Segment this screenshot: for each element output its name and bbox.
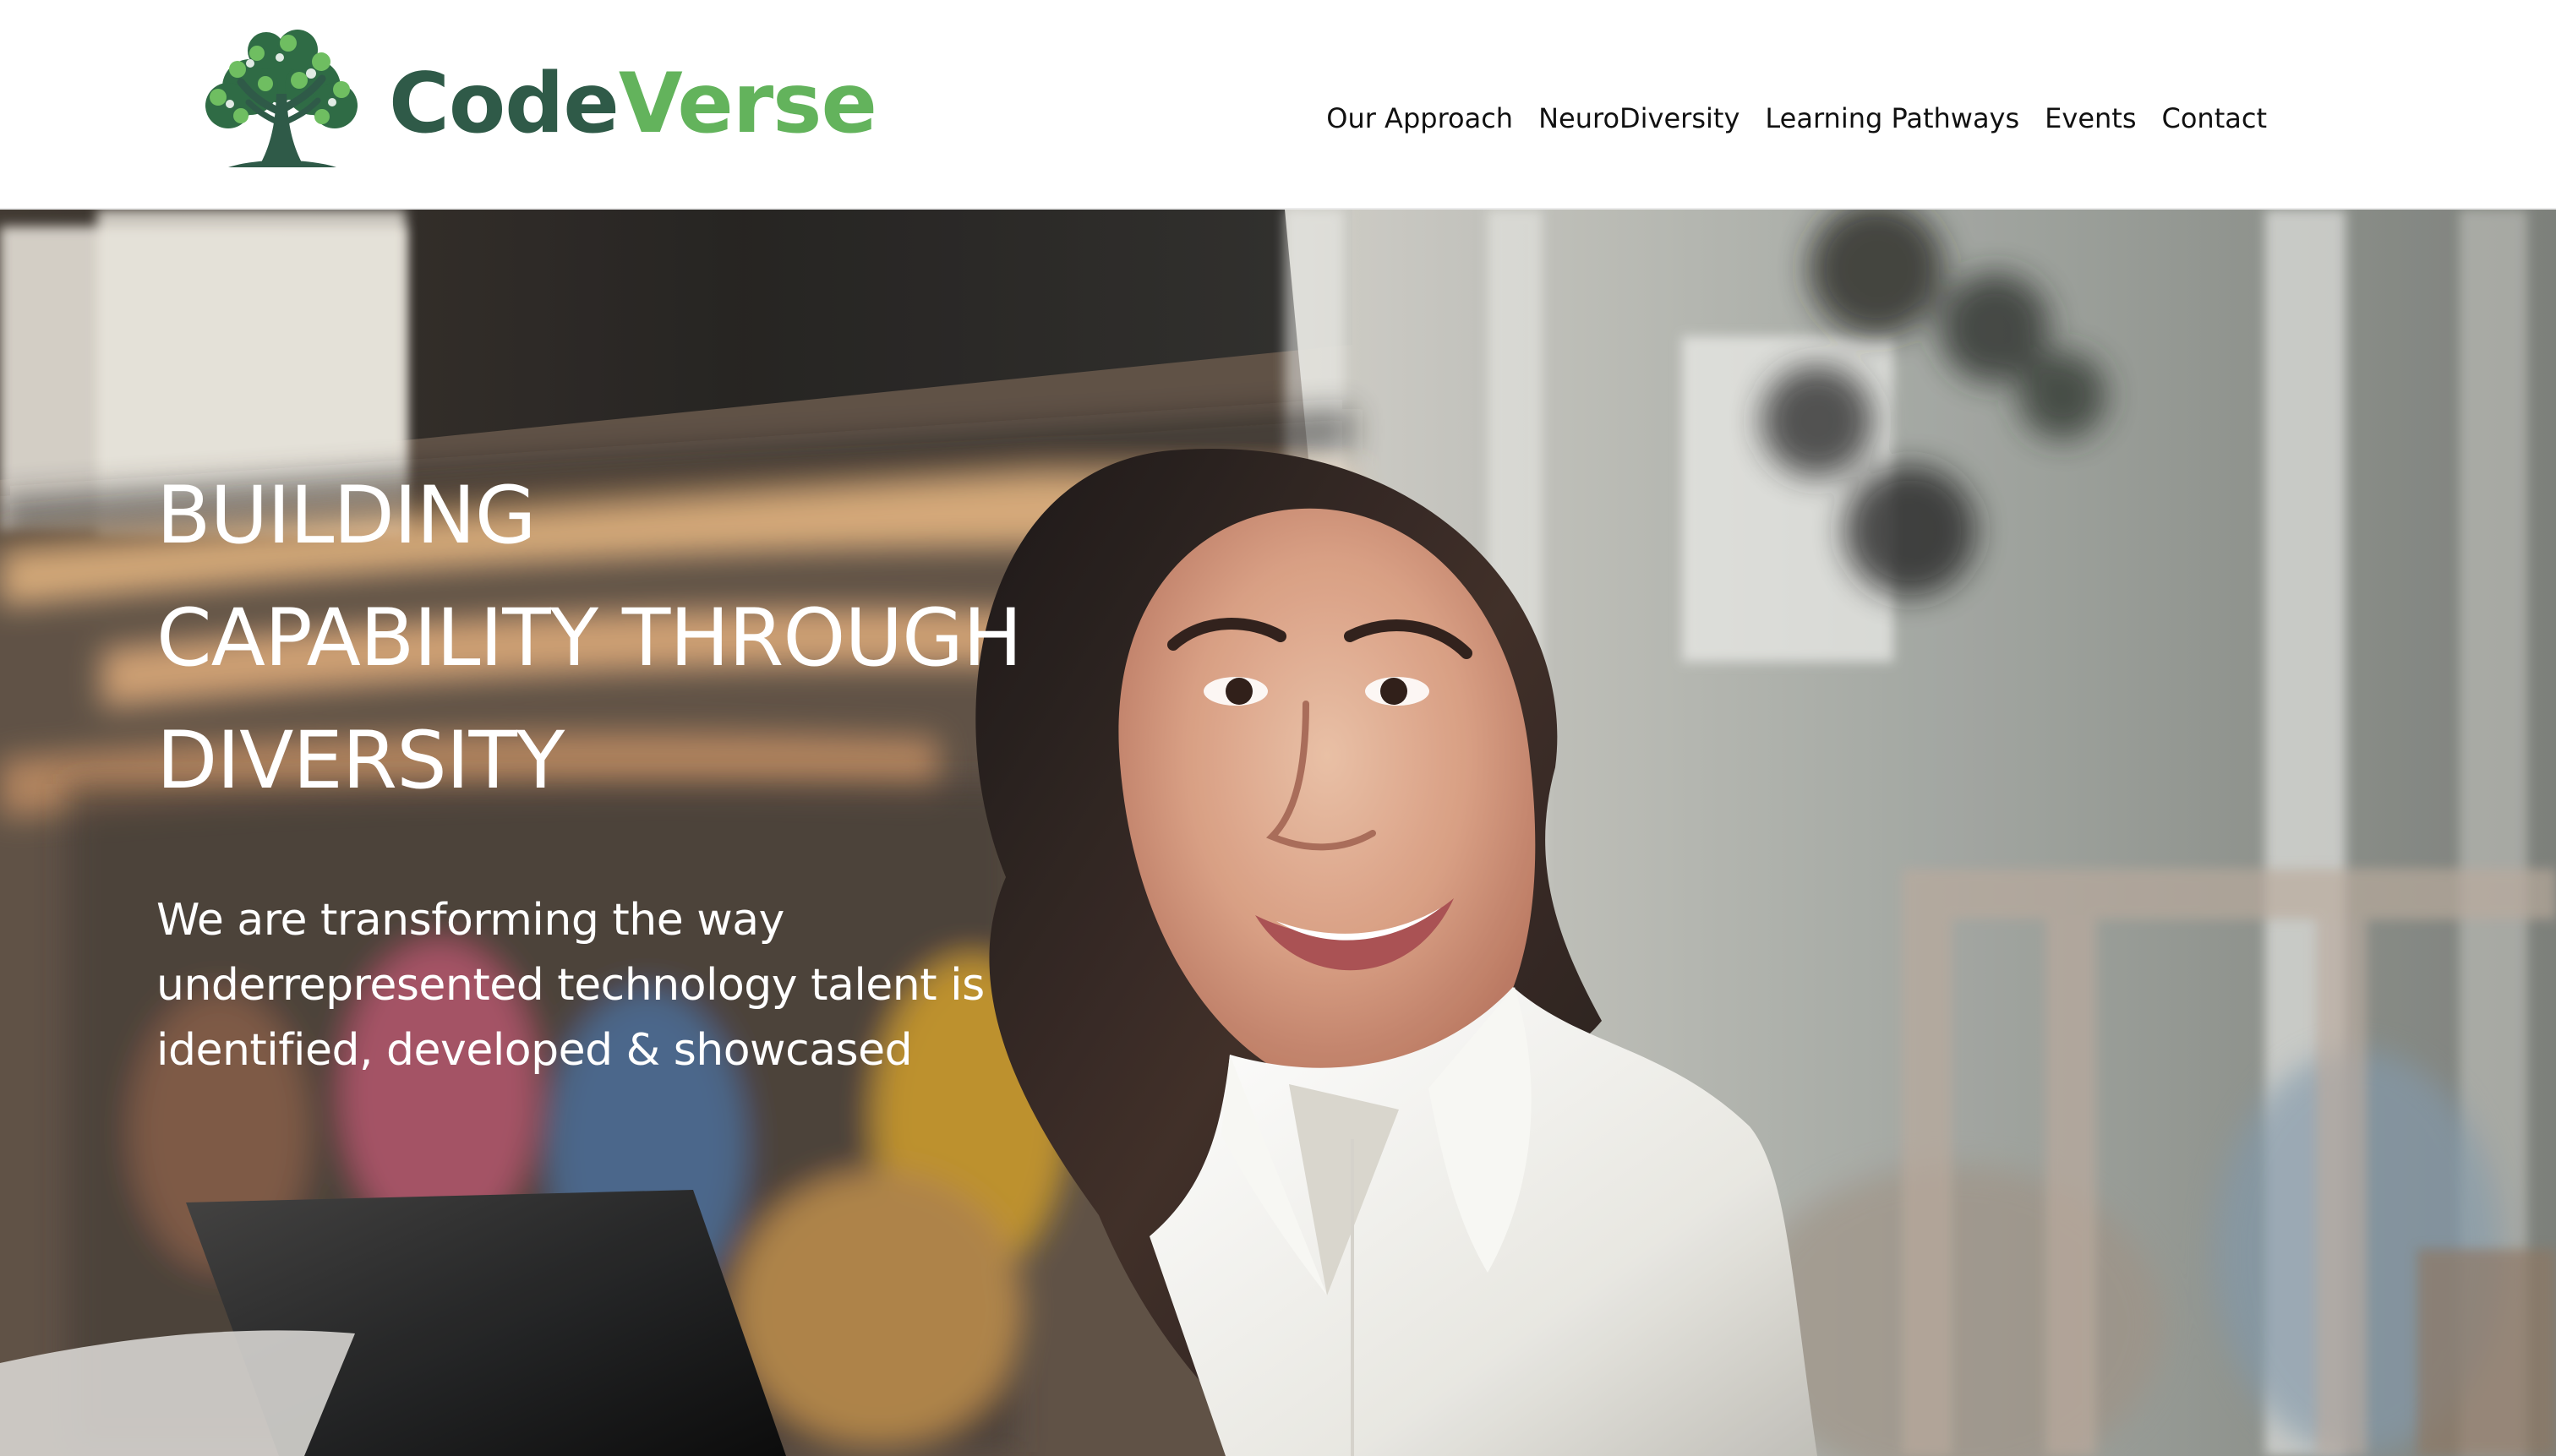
hero-title-line-1: BUILDING (156, 470, 537, 562)
main-navigation: Our Approach NeuroDiversity Learning Pat… (1326, 101, 2267, 135)
hero-subtitle-line-1: We are transforming the way (156, 895, 784, 946)
hero-title: BUILDING CAPABILITY THROUGH DIVERSITY (156, 455, 1086, 822)
nav-contact[interactable]: Contact (2162, 101, 2268, 135)
nav-neurodiversity[interactable]: NeuroDiversity (1538, 101, 1740, 135)
brand-name: CodeVerse (389, 63, 877, 145)
tree-icon (205, 30, 358, 167)
hero-title-line-3: DIVERSITY (156, 715, 565, 807)
nav-events[interactable]: Events (2045, 101, 2136, 135)
nav-our-approach[interactable]: Our Approach (1326, 101, 1513, 135)
brand-logo-link[interactable]: CodeVerse (194, 25, 877, 183)
hero-title-line-2: CAPABILITY THROUGH (156, 592, 1023, 684)
codeverse-homepage: CodeVerse Our Approach NeuroDiversity Le… (0, 0, 2556, 1456)
site-header: CodeVerse Our Approach NeuroDiversity Le… (0, 0, 2556, 208)
hero-section: BUILDING CAPABILITY THROUGH DIVERSITY We… (0, 210, 2556, 1456)
hero-subtitle: We are transforming the way underreprese… (156, 888, 985, 1083)
hero-copy: BUILDING CAPABILITY THROUGH DIVERSITY We… (156, 455, 1086, 1083)
brand-name-verse: Verse (618, 56, 877, 152)
brand-name-code: Code (389, 56, 620, 152)
nav-learning-pathways[interactable]: Learning Pathways (1765, 101, 2019, 135)
hero-subtitle-line-2: underrepresented technology talent is (156, 960, 985, 1011)
hero-subtitle-line-3: identified, developed & showcased (156, 1025, 913, 1076)
